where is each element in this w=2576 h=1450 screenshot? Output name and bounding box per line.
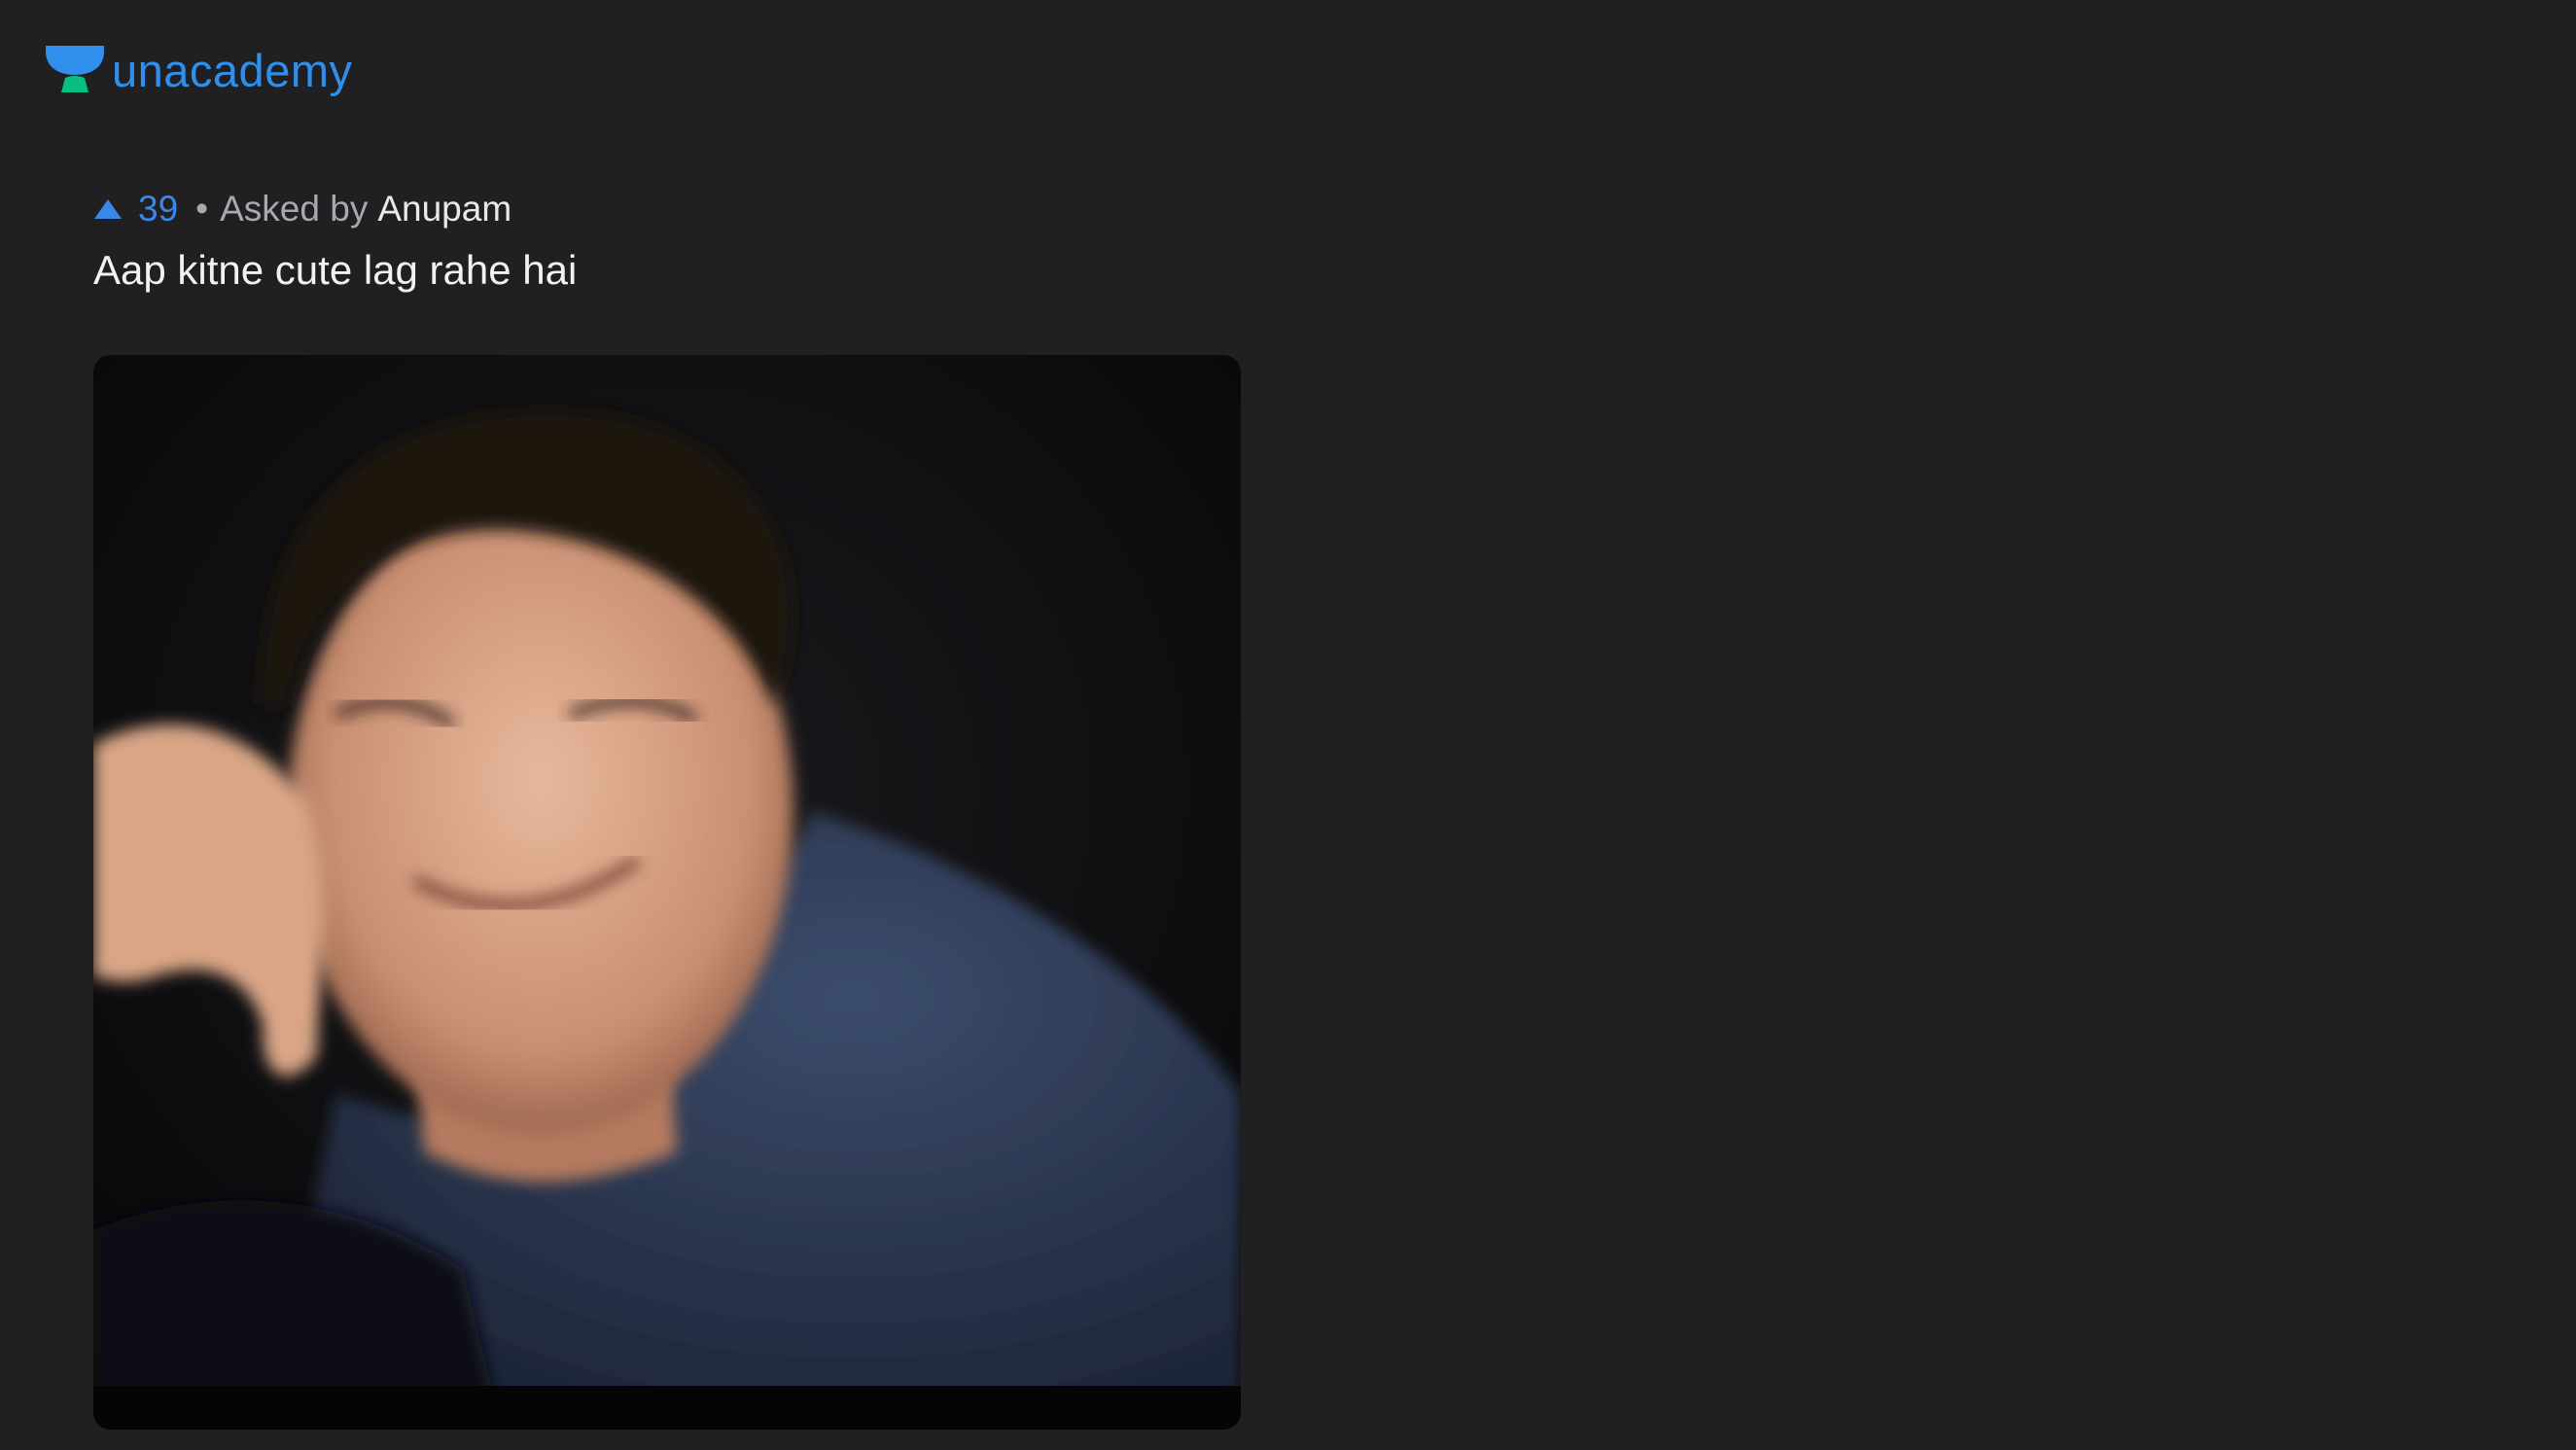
question-meta: 39 • Asked by Anupam <box>93 185 512 233</box>
question-author: Anupam <box>377 189 512 229</box>
brand-logo[interactable]: unacademy <box>46 43 353 97</box>
upvote-icon[interactable] <box>93 197 123 221</box>
asked-by-label: Asked by <box>220 189 369 229</box>
page: unacademy 39 • Asked by Anupam Aap kitne… <box>0 0 2576 1450</box>
meta-separator: • <box>195 189 209 229</box>
unacademy-logo-icon <box>46 46 104 92</box>
upvote-count: 39 <box>138 189 179 229</box>
webcam-video-icon <box>93 355 1241 1430</box>
question-text: Aap kitne cute lag rahe hai <box>93 247 578 293</box>
video-feed[interactable] <box>93 355 1241 1430</box>
brand-name: unacademy <box>112 44 353 96</box>
